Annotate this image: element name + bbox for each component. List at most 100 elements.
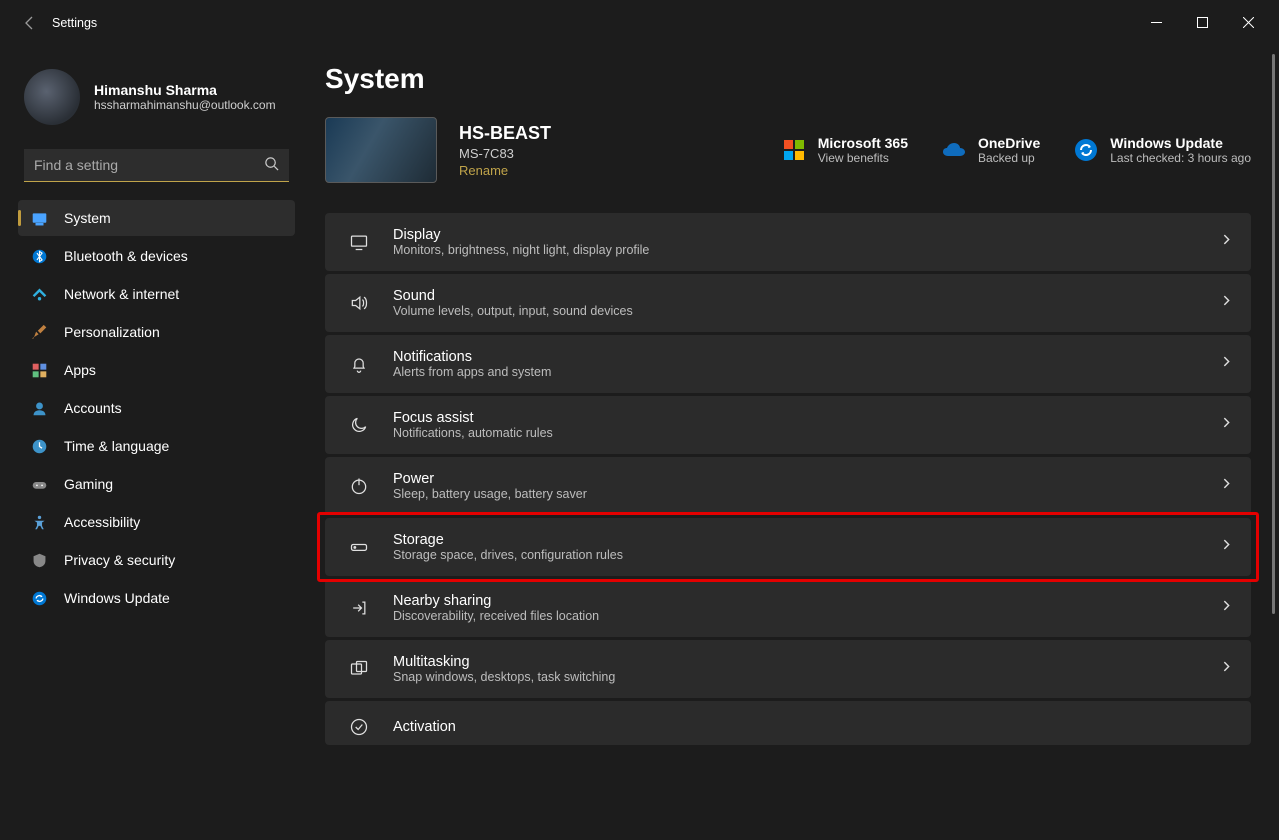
- moon-icon: [347, 413, 371, 437]
- titlebar: Settings: [0, 0, 1279, 45]
- window-controls: [1133, 3, 1271, 43]
- card-multitasking[interactable]: Multitasking Snap windows, desktops, tas…: [325, 640, 1251, 698]
- search-input[interactable]: [24, 149, 289, 182]
- nav-label: Network & internet: [64, 286, 179, 302]
- chevron-right-icon: [1220, 294, 1233, 312]
- winupdate-title: Windows Update: [1110, 135, 1251, 151]
- shield-icon: [30, 551, 48, 569]
- accessibility-icon: [30, 513, 48, 531]
- nav-privacy-security[interactable]: Privacy & security: [18, 542, 295, 578]
- nav-label: System: [64, 210, 111, 226]
- chevron-right-icon: [1220, 355, 1233, 373]
- user-name: Himanshu Sharma: [94, 82, 276, 98]
- card-display[interactable]: Display Monitors, brightness, night ligh…: [325, 213, 1251, 271]
- nav-label: Windows Update: [64, 590, 170, 606]
- chevron-right-icon: [1220, 538, 1233, 556]
- nav-label: Apps: [64, 362, 96, 378]
- avatar: [24, 69, 80, 125]
- card-notifications[interactable]: Notifications Alerts from apps and syste…: [325, 335, 1251, 393]
- chevron-right-icon: [1220, 599, 1233, 617]
- card-activation[interactable]: Activation: [325, 701, 1251, 745]
- settings-list: Display Monitors, brightness, night ligh…: [325, 213, 1251, 745]
- nav-accounts[interactable]: Accounts: [18, 390, 295, 426]
- card-title: Display: [393, 227, 1198, 243]
- chevron-right-icon: [1220, 233, 1233, 251]
- share-icon: [347, 596, 371, 620]
- nav-windows-update[interactable]: Windows Update: [18, 580, 295, 616]
- network-icon: [30, 285, 48, 303]
- user-email: hssharmahimanshu@outlook.com: [94, 98, 276, 112]
- gaming-icon: [30, 475, 48, 493]
- ms365-title: Microsoft 365: [818, 135, 908, 151]
- card-sub: Notifications, automatic rules: [393, 426, 1198, 440]
- accounts-icon: [30, 399, 48, 417]
- sound-icon: [347, 291, 371, 315]
- device-model: MS-7C83: [459, 146, 551, 161]
- nav-personalization[interactable]: Personalization: [18, 314, 295, 350]
- scrollbar-thumb[interactable]: [1272, 54, 1275, 614]
- nav-system[interactable]: System: [18, 200, 295, 236]
- nav-gaming[interactable]: Gaming: [18, 466, 295, 502]
- card-sound[interactable]: Sound Volume levels, output, input, soun…: [325, 274, 1251, 332]
- search-field[interactable]: [24, 149, 289, 182]
- nav-list: System Bluetooth & devices Network & int…: [18, 200, 295, 616]
- chevron-right-icon: [1220, 660, 1233, 678]
- card-title: Notifications: [393, 349, 1198, 365]
- user-profile[interactable]: Himanshu Sharma hssharmahimanshu@outlook…: [18, 61, 295, 135]
- card-sub: Snap windows, desktops, task switching: [393, 670, 1198, 684]
- onedrive-link[interactable]: OneDrive Backed up: [942, 135, 1040, 165]
- apps-icon: [30, 361, 48, 379]
- window-title: Settings: [52, 16, 97, 30]
- chevron-right-icon: [1220, 416, 1233, 434]
- nav-network[interactable]: Network & internet: [18, 276, 295, 312]
- device-thumbnail[interactable]: [325, 117, 437, 183]
- device-name: HS-BEAST: [459, 123, 551, 144]
- nav-time-language[interactable]: Time & language: [18, 428, 295, 464]
- card-sub: Sleep, battery usage, battery saver: [393, 487, 1198, 501]
- winupdate-sub: Last checked: 3 hours ago: [1110, 151, 1251, 165]
- windows-update-icon: [30, 589, 48, 607]
- card-nearby-sharing[interactable]: Nearby sharing Discoverability, received…: [325, 579, 1251, 637]
- onedrive-title: OneDrive: [978, 135, 1040, 151]
- nav-apps[interactable]: Apps: [18, 352, 295, 388]
- card-title: Nearby sharing: [393, 593, 1198, 609]
- nav-label: Gaming: [64, 476, 113, 492]
- card-title: Power: [393, 471, 1198, 487]
- card-title: Storage: [393, 532, 1198, 548]
- system-icon: [30, 209, 48, 227]
- personalization-icon: [30, 323, 48, 341]
- nav-accessibility[interactable]: Accessibility: [18, 504, 295, 540]
- ms365-link[interactable]: Microsoft 365 View benefits: [782, 135, 908, 165]
- minimize-button[interactable]: [1133, 3, 1179, 43]
- back-button[interactable]: [18, 12, 40, 34]
- ms365-sub: View benefits: [818, 151, 908, 165]
- card-focus-assist[interactable]: Focus assist Notifications, automatic ru…: [325, 396, 1251, 454]
- storage-icon: [347, 535, 371, 559]
- sync-icon: [1074, 138, 1098, 162]
- display-icon: [347, 230, 371, 254]
- bluetooth-icon: [30, 247, 48, 265]
- page-title: System: [325, 63, 1251, 95]
- nav-label: Bluetooth & devices: [64, 248, 188, 264]
- nav-label: Personalization: [64, 324, 160, 340]
- onedrive-icon: [942, 138, 966, 162]
- card-title: Activation: [393, 719, 1233, 735]
- card-power[interactable]: Power Sleep, battery usage, battery save…: [325, 457, 1251, 515]
- maximize-button[interactable]: [1179, 3, 1225, 43]
- card-title: Sound: [393, 288, 1198, 304]
- card-storage[interactable]: Storage Storage space, drives, configura…: [325, 518, 1251, 576]
- close-button[interactable]: [1225, 3, 1271, 43]
- search-icon: [264, 156, 279, 176]
- content: System HS-BEAST MS-7C83 Rename Microsoft…: [305, 45, 1279, 840]
- nav-label: Accessibility: [64, 514, 140, 530]
- card-sub: Storage space, drives, configuration rul…: [393, 548, 1198, 562]
- chevron-right-icon: [1220, 477, 1233, 495]
- rename-link[interactable]: Rename: [459, 163, 551, 178]
- windows-update-link[interactable]: Windows Update Last checked: 3 hours ago: [1074, 135, 1251, 165]
- power-icon: [347, 474, 371, 498]
- card-sub: Alerts from apps and system: [393, 365, 1198, 379]
- sidebar: Himanshu Sharma hssharmahimanshu@outlook…: [0, 45, 305, 840]
- multitasking-icon: [347, 657, 371, 681]
- nav-bluetooth[interactable]: Bluetooth & devices: [18, 238, 295, 274]
- nav-label: Accounts: [64, 400, 122, 416]
